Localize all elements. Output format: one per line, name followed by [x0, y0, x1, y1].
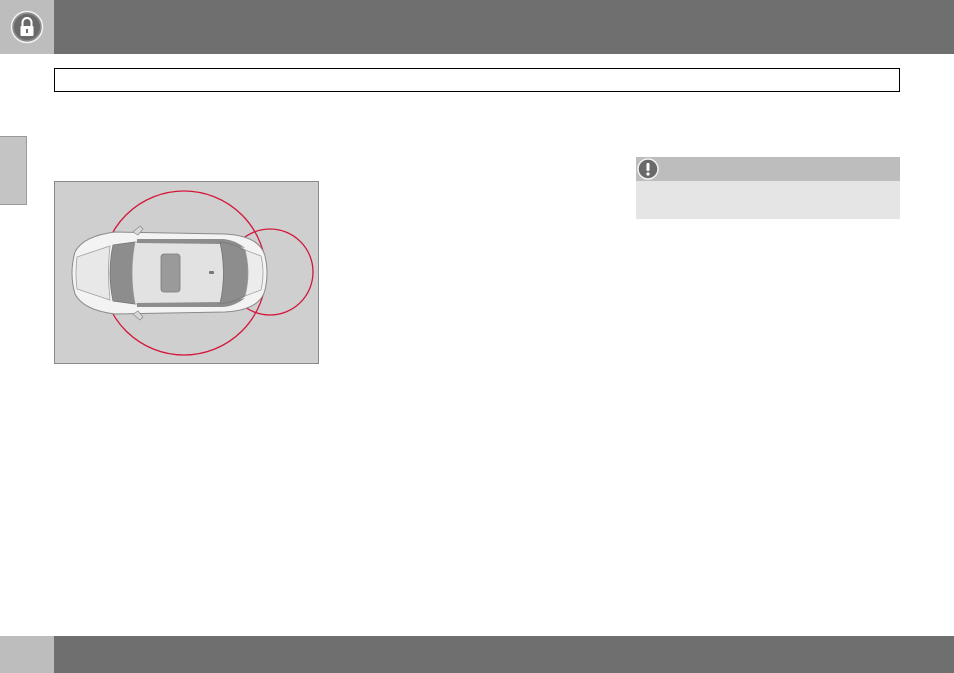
- chapter-side-tab: [0, 136, 27, 205]
- warning-box: [636, 157, 900, 219]
- car-top-view-keyless-range: [71, 190, 314, 356]
- footer-bar: [54, 636, 954, 673]
- lock-icon: [10, 10, 44, 44]
- warning-body: [636, 181, 900, 219]
- exclamation-icon: [637, 158, 659, 180]
- warning-header: [636, 157, 900, 181]
- page-number-box: [0, 636, 54, 673]
- chapter-icon-box: [0, 0, 54, 54]
- keyless-range-illustration: [54, 181, 319, 364]
- section-title-box: [54, 68, 900, 92]
- header-bar: [54, 0, 954, 54]
